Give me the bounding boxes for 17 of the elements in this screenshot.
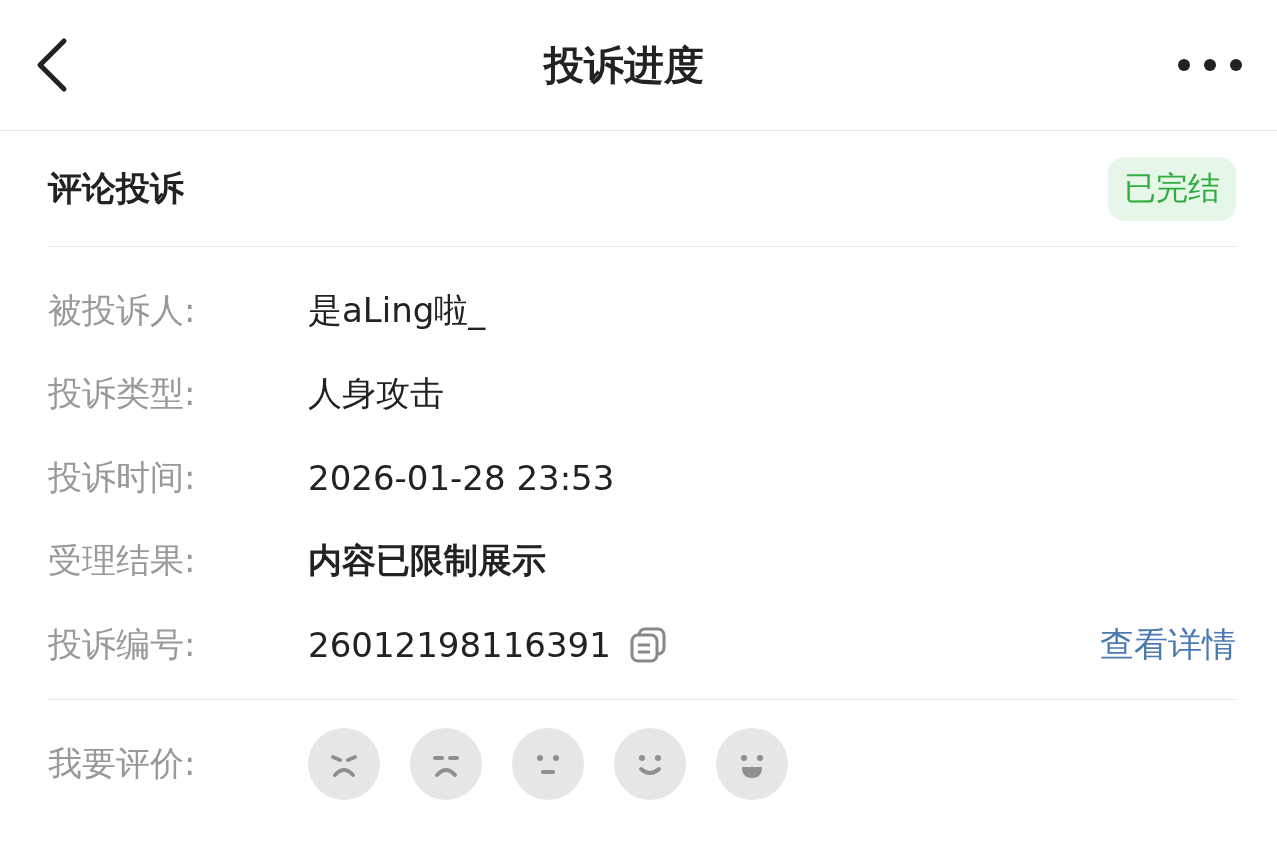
field-value: 人身攻击 [308,372,444,416]
field-label: 投诉编号: [48,622,197,666]
card-title: 评论投诉 [48,166,184,210]
field-value: 是aLing啦_ [308,288,486,332]
field-value: 2026-01-28 23:53 [308,457,615,498]
field-value: 26012198116391 [308,624,611,665]
field-label: 受理结果: [48,539,197,583]
field-label: 被投诉人: [48,288,197,332]
field-value: 内容已限制展示 [308,539,546,583]
more-button[interactable] [1177,58,1243,72]
rating-label: 我要评价: [48,741,197,785]
field-label: 投诉类型: [48,372,197,416]
status-badge: 已完结 [1108,156,1236,221]
view-details-link[interactable]: 查看详情 [1100,621,1236,668]
field-label: 投诉时间: [48,455,197,499]
copy-icon[interactable] [628,625,667,664]
page-title: 投诉进度 [543,40,704,90]
